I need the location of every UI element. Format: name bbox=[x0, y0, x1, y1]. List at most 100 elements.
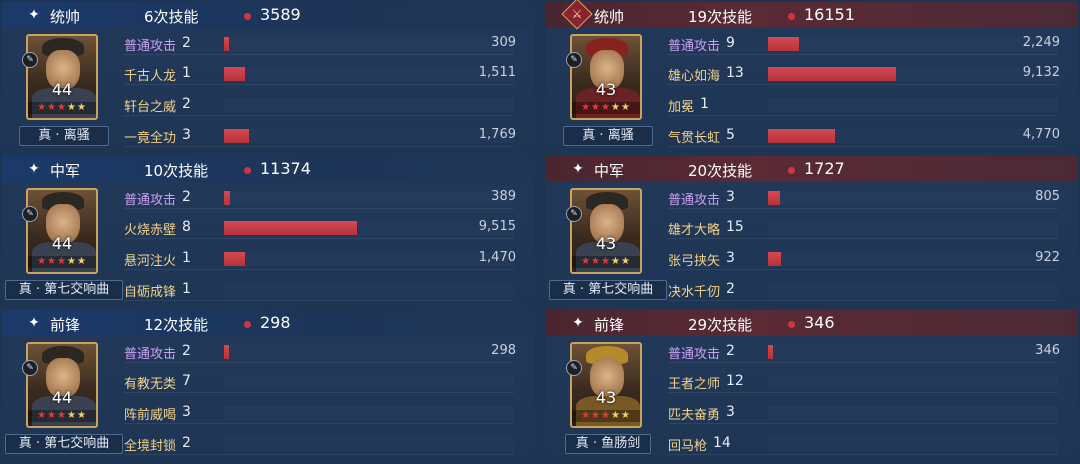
skill-row: 加冕 1 bbox=[668, 95, 1068, 117]
skill-name: 王者之师 bbox=[668, 377, 721, 392]
star-rating: ★★★★★ bbox=[572, 256, 640, 268]
total-damage: 3589 bbox=[260, 5, 301, 24]
star-icon: ★ bbox=[610, 102, 621, 113]
damage-bar-track bbox=[768, 252, 1058, 266]
general-panel: ✦ 中军 10次技能 11374 44 ★★★★★ ✎ 真 · 第七交响曲 普通攻击 2 389 火烧… bbox=[2, 156, 534, 310]
panel-header: ✦ 前锋 29次技能 346 bbox=[546, 310, 1078, 336]
general-portrait[interactable]: 43 ★★★★★ bbox=[570, 34, 642, 120]
skill-name: 全境封锁 bbox=[124, 439, 177, 454]
skill-name: 火烧赤壁 bbox=[124, 223, 177, 238]
total-damage: 16151 bbox=[804, 5, 855, 24]
star-sparkle-icon: ✦ bbox=[572, 315, 584, 331]
star-icon: ★ bbox=[601, 102, 611, 113]
skill-damage: 9,132 bbox=[1022, 65, 1060, 80]
skill-name: 悬河注火 bbox=[124, 254, 177, 269]
damage-bar bbox=[224, 252, 245, 266]
star-sparkle-icon: ✦ bbox=[28, 7, 40, 23]
skill-damage: 805 bbox=[1035, 189, 1060, 204]
total-damage: 11374 bbox=[260, 159, 311, 178]
skill-damage: 298 bbox=[491, 343, 516, 358]
equipment-tag[interactable]: 真 · 第七交响曲 bbox=[5, 434, 123, 454]
skill-row: 全境封锁 2 bbox=[124, 434, 524, 456]
star-icon: ★ bbox=[581, 102, 592, 113]
general-panel: ⚔ 统帅 19次技能 16151 43 ★★★★★ ✎ 真 · 离骚 普通攻击 9 2,249 雄心如… bbox=[546, 0, 1078, 156]
skill-damage: 1,470 bbox=[478, 250, 516, 265]
general-portrait[interactable]: 44 ★★★★★ bbox=[26, 188, 98, 274]
star-icon: ★ bbox=[76, 102, 87, 113]
star-icon: ★ bbox=[610, 410, 621, 421]
skill-times: 3 bbox=[182, 127, 191, 143]
skill-row: 火烧赤壁 8 9,515 bbox=[124, 218, 524, 240]
panel-header: ✦ 中军 10次技能 11374 bbox=[2, 156, 534, 182]
star-icon: ★ bbox=[601, 410, 611, 421]
row-divider bbox=[668, 208, 1058, 209]
skill-row: 普通攻击 2 298 bbox=[124, 342, 524, 364]
skill-damage: 4,770 bbox=[1022, 127, 1060, 142]
equipment-tag[interactable]: 真 · 第七交响曲 bbox=[5, 280, 123, 300]
skill-damage: 9,515 bbox=[478, 219, 516, 234]
row-divider bbox=[668, 362, 1058, 363]
skill-row: 悬河注火 1 1,470 bbox=[124, 249, 524, 271]
skill-count: 19次技能 bbox=[688, 8, 753, 26]
damage-bar-track bbox=[768, 406, 1058, 420]
skill-name: 张弓挟矢 bbox=[668, 254, 721, 269]
skill-times: 7 bbox=[182, 373, 191, 389]
skill-count: 12次技能 bbox=[144, 316, 209, 334]
skill-name: 普通攻击 bbox=[668, 193, 721, 208]
skill-times: 3 bbox=[726, 189, 735, 205]
skill-row: 雄心如海 13 9,132 bbox=[668, 64, 1068, 86]
skill-row: 张弓挟矢 3 922 bbox=[668, 249, 1068, 271]
damage-bar bbox=[768, 37, 799, 51]
row-divider bbox=[124, 362, 514, 363]
general-portrait[interactable]: 44 ★★★★★ bbox=[26, 34, 98, 120]
equipment-tag[interactable]: 真 · 第七交响曲 bbox=[549, 280, 667, 300]
skill-times: 2 bbox=[182, 435, 191, 451]
star-icon: ★ bbox=[620, 410, 631, 421]
skill-times: 2 bbox=[726, 281, 735, 297]
damage-bar-track bbox=[768, 98, 1058, 112]
general-portrait[interactable]: 43 ★★★★★ bbox=[570, 188, 642, 274]
star-rating: ★★★★★ bbox=[28, 102, 96, 114]
equipment-tag[interactable]: 真 · 离骚 bbox=[563, 126, 653, 146]
skill-times: 15 bbox=[726, 219, 744, 235]
skill-name: 千古人龙 bbox=[124, 69, 177, 84]
star-sparkle-icon: ✦ bbox=[28, 315, 40, 331]
star-icon: ★ bbox=[47, 102, 58, 113]
damage-bar-track bbox=[224, 191, 514, 205]
row-divider bbox=[124, 208, 514, 209]
skill-count: 10次技能 bbox=[144, 162, 209, 180]
star-icon: ★ bbox=[47, 256, 58, 267]
general-portrait[interactable]: 44 ★★★★★ bbox=[26, 342, 98, 428]
general-portrait[interactable]: 43 ★★★★★ bbox=[570, 342, 642, 428]
damage-dot-icon bbox=[244, 13, 251, 20]
damage-bar-track bbox=[768, 191, 1058, 205]
star-rating: ★★★★★ bbox=[28, 256, 96, 268]
general-level: 44 bbox=[51, 388, 73, 407]
row-divider bbox=[668, 269, 1058, 270]
role-name: 中军 bbox=[594, 162, 625, 180]
skill-times: 12 bbox=[726, 373, 744, 389]
damage-bar bbox=[768, 67, 896, 81]
panel-header: ✦ 前锋 12次技能 298 bbox=[2, 310, 534, 336]
skill-times: 1 bbox=[700, 96, 709, 112]
equipment-tag[interactable]: 真 · 离骚 bbox=[19, 126, 109, 146]
skill-row: 雄才大略 15 bbox=[668, 218, 1068, 240]
equipment-clip-icon: ✎ bbox=[22, 360, 38, 376]
skill-name: 回马枪 bbox=[668, 439, 708, 454]
row-divider bbox=[668, 84, 1058, 85]
damage-bar-track bbox=[224, 283, 514, 297]
damage-bar bbox=[224, 129, 249, 143]
equipment-tag[interactable]: 真 · 鱼肠剑 bbox=[565, 434, 651, 454]
skill-name: 普通攻击 bbox=[124, 347, 177, 362]
skill-times: 3 bbox=[726, 404, 735, 420]
skill-times: 3 bbox=[726, 250, 735, 266]
panel-header: ⚔ 统帅 19次技能 16151 bbox=[546, 0, 1078, 30]
damage-dot-icon bbox=[788, 167, 795, 174]
role-name: 统帅 bbox=[50, 8, 81, 26]
star-icon: ★ bbox=[591, 102, 602, 113]
skill-damage: 1,769 bbox=[478, 127, 516, 142]
row-divider bbox=[668, 454, 1058, 455]
skill-row: 普通攻击 3 805 bbox=[668, 188, 1068, 210]
star-icon: ★ bbox=[66, 256, 77, 267]
skill-times: 1 bbox=[182, 65, 191, 81]
